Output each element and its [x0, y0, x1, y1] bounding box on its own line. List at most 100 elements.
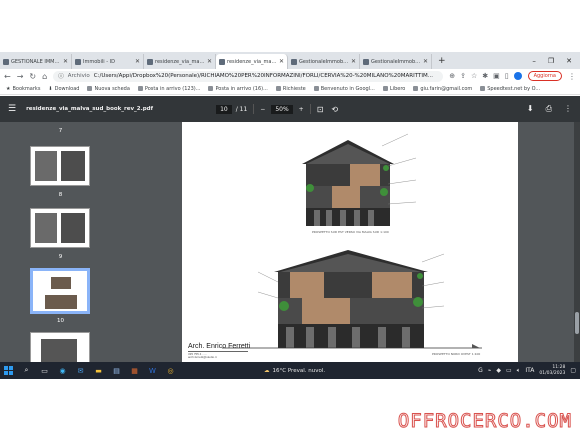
architect-name: Arch. Enrico Ferretti	[188, 343, 251, 350]
scrollbar-thumb[interactable]	[575, 312, 579, 334]
volume-icon[interactable]: 🔈︎	[517, 367, 521, 375]
tab-gestionale-1[interactable]: GESTIONALE IMMOBI ✕	[0, 54, 72, 69]
bookmark-item[interactable]: ⬇ Download	[48, 86, 79, 92]
tab-gestionale-3[interactable]: GestionaleImmobilia ✕	[360, 54, 432, 69]
network-icon[interactable]: ⌁	[488, 367, 492, 374]
restore-button[interactable]: ❐	[548, 57, 554, 65]
search-icon[interactable]: ⌕	[22, 366, 31, 375]
google-tray-icon[interactable]: G	[478, 367, 483, 374]
language-indicator[interactable]: ITA	[525, 367, 534, 374]
building-elevation-bottom	[222, 250, 482, 349]
bookmark-label: Posta in arrivo (16)...	[215, 85, 268, 92]
dropbox-icon[interactable]: ◆	[496, 367, 501, 374]
close-icon[interactable]: ✕	[423, 58, 428, 65]
fit-page-icon[interactable]: ⊡	[317, 105, 324, 114]
zoom-out-button[interactable]: −	[260, 106, 265, 113]
rotate-icon[interactable]: ⟲	[331, 105, 338, 114]
battery-icon[interactable]: ▭	[506, 367, 512, 374]
bookmark-star-icon[interactable]: ☆	[471, 72, 477, 80]
tab-residenze-active[interactable]: residenze_via_malva_ ✕	[216, 54, 288, 69]
profile-avatar[interactable]	[513, 72, 522, 80]
download-icon: ⬇	[48, 85, 53, 92]
download-icon[interactable]: ⬇	[527, 104, 534, 114]
bookmark-item[interactable]: Speedtest.net by O...	[480, 86, 540, 92]
sidebar-icon[interactable]: ▯	[505, 72, 509, 80]
thumbnail-label: 8	[58, 192, 63, 198]
tab-gestionale-2[interactable]: GestionaleImmobilia ✕	[288, 54, 360, 69]
update-button[interactable]: Aggiorna	[527, 71, 562, 81]
bookmark-item[interactable]: Nuova scheda	[87, 86, 130, 92]
tab-label: residenze_via_malva_	[227, 58, 277, 65]
zoom-level-input[interactable]: 50%	[271, 104, 293, 114]
thumbnail-label: 10	[57, 318, 64, 324]
bookmarks-bar: ★ Bookmarks ⬇ Download Nuova scheda Posta …	[0, 83, 580, 95]
pdf-viewer: PROSPETTO SUD EST VERSO VIA MALVA SUD 1:…	[121, 122, 580, 362]
thumbnail-page-10[interactable]	[30, 268, 90, 314]
close-icon[interactable]: ✕	[63, 58, 68, 65]
tab-immobili[interactable]: Immobili - ID ✕	[72, 54, 144, 69]
bookmark-item[interactable]: Benvenuto in Googl...	[313, 85, 375, 92]
tab-residenze-1[interactable]: residenze_via_malva ✕	[144, 54, 216, 69]
bookmark-label: Speedtest.net by O...	[487, 85, 541, 92]
close-icon[interactable]: ✕	[279, 58, 284, 65]
forward-arrow-icon[interactable]: →	[17, 72, 24, 81]
home-icon[interactable]: ⌂	[42, 72, 47, 81]
bookmark-label: Benvenuto in Googl...	[320, 85, 375, 92]
back-arrow-icon[interactable]: ←	[4, 72, 11, 81]
task-view-icon[interactable]: ▭	[40, 366, 49, 375]
edge-icon[interactable]: ◉	[58, 366, 67, 375]
url-text: C:/Users/Appi/Dropbox%20(Personale)/RICH…	[93, 73, 433, 79]
chrome-icon[interactable]: ◎	[166, 366, 175, 375]
new-tab-button[interactable]: +	[432, 56, 452, 66]
notifications-icon[interactable]: ▢	[570, 367, 576, 374]
extension-icon[interactable]: ✱	[482, 72, 488, 80]
weather-widget[interactable]: ☁ 16°C Preval. nuvol.	[264, 368, 325, 374]
share-icon[interactable]: ⇪	[460, 72, 466, 80]
globe-icon	[275, 86, 281, 91]
close-icon[interactable]: ✕	[207, 58, 212, 65]
watermark-logo: OFFROCERCO.COM	[397, 410, 572, 433]
tab-label: Immobili - ID	[83, 58, 115, 65]
url-field[interactable]: ⓘ Archivio C:/Users/Appi/Dropbox%20(Pers…	[53, 70, 444, 82]
file-explorer-icon[interactable]: ▬	[94, 366, 103, 375]
word-icon[interactable]: W	[148, 366, 157, 375]
thumbnail-page-9[interactable]	[30, 208, 90, 248]
info-icon[interactable]: ⓘ	[58, 72, 64, 80]
close-icon[interactable]: ✕	[351, 58, 356, 65]
zoom-in-button[interactable]: +	[299, 106, 304, 113]
bookmark-item[interactable]: Libero	[382, 86, 405, 92]
bookmark-item[interactable]: giu.farin@gmail.com	[413, 86, 472, 92]
menu-kebab-icon[interactable]: ⋮	[568, 72, 576, 81]
thumbnail-label: 7	[58, 128, 63, 134]
zoom-icon[interactable]: ⊕	[449, 72, 455, 80]
bookmark-item[interactable]: Richieste	[275, 86, 306, 92]
bookmark-item[interactable]: Posta in arrivo (16)...	[208, 85, 268, 92]
star-icon: ★	[6, 85, 11, 92]
print-icon[interactable]: ⎙	[546, 104, 552, 114]
mail-icon	[137, 86, 143, 91]
windows-start-icon[interactable]	[4, 366, 13, 375]
close-icon[interactable]: ✕	[135, 58, 140, 65]
minimize-button[interactable]: –	[532, 57, 536, 65]
more-options-icon[interactable]: ⋮	[564, 104, 572, 114]
pdf-toolbar: ☰ residenze_via_malva_sud_book_rev_2.pdf…	[0, 96, 580, 122]
menu-icon[interactable]: ☰	[8, 104, 16, 114]
page-number-input[interactable]: 10	[216, 104, 232, 114]
tab-favicon-icon	[3, 58, 9, 65]
vertical-scrollbar[interactable]	[574, 122, 580, 362]
taskbar-clock[interactable]: 11:28 01/03/2023	[539, 365, 565, 376]
reload-icon[interactable]: ↻	[29, 72, 36, 81]
bookmark-item[interactable]: ★ Bookmarks	[6, 86, 40, 92]
thumbnail-page-11[interactable]	[30, 332, 90, 362]
tab-favicon-icon	[363, 58, 369, 65]
close-window-button[interactable]: ✕	[566, 57, 572, 65]
office-icon[interactable]: ▦	[130, 366, 139, 375]
tab-label: GestionaleImmobilia	[371, 58, 421, 65]
screenshot-root: GESTIONALE IMMOBI ✕ Immobili - ID ✕ reside…	[0, 0, 580, 435]
browser-tab-bar: GESTIONALE IMMOBI ✕ Immobili - ID ✕ reside…	[0, 52, 580, 69]
store-icon[interactable]: ▤	[112, 366, 121, 375]
bookmark-item[interactable]: Posta in arrivo (123)...	[137, 86, 200, 92]
puzzle-icon[interactable]: ▣	[493, 72, 500, 80]
thumbnail-page-8[interactable]	[30, 146, 90, 186]
mail-app-icon[interactable]: ✉	[76, 366, 85, 375]
